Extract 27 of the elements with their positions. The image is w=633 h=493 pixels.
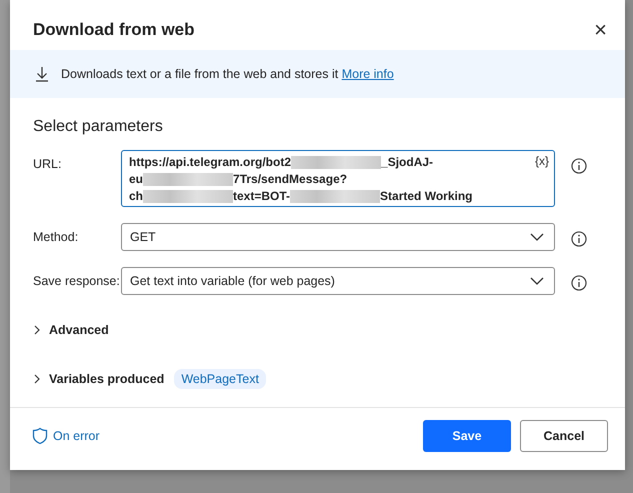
description-text: Downloads text or a file from the web and stores it More info (61, 67, 394, 81)
chevron-right-icon (33, 374, 41, 384)
dropdown-field[interactable]: Get text into variable (for web pages) (121, 267, 555, 295)
variable-button[interactable]: {x} (534, 154, 549, 170)
on-error-link[interactable]: On error (32, 427, 100, 445)
shield-icon (32, 427, 48, 445)
variable-tag[interactable]: WebPageText (174, 369, 266, 389)
url-field[interactable]: https://api.telegram.org/bot2 _SjodAJ- eu 7Trs/sendMessage? ch text=BOT- Started Working {x} (121, 150, 555, 207)
save-button[interactable]: Save (423, 420, 511, 452)
chevron-down-icon (530, 233, 544, 241)
expander-button[interactable]: Advanced (33, 323, 109, 337)
download-icon (35, 66, 49, 82)
expander-button[interactable]: Variables produced (33, 372, 164, 386)
chevron-down-icon (530, 277, 544, 285)
field-label: Save response: (33, 273, 121, 288)
chevron-right-icon (33, 325, 41, 335)
close-button[interactable]: × (590, 17, 611, 43)
section-title: Select parameters (33, 118, 164, 136)
field-label: Method: (33, 229, 80, 244)
more-info-link[interactable]: More info (342, 67, 394, 81)
info-icon[interactable] (571, 158, 587, 174)
dropdown-field[interactable]: GET (121, 223, 555, 251)
info-icon[interactable] (571, 231, 587, 247)
cancel-button[interactable]: Cancel (520, 420, 608, 452)
dialog-title: Download from web (33, 20, 194, 40)
field-label: URL: (33, 156, 62, 171)
info-icon[interactable] (571, 275, 587, 291)
